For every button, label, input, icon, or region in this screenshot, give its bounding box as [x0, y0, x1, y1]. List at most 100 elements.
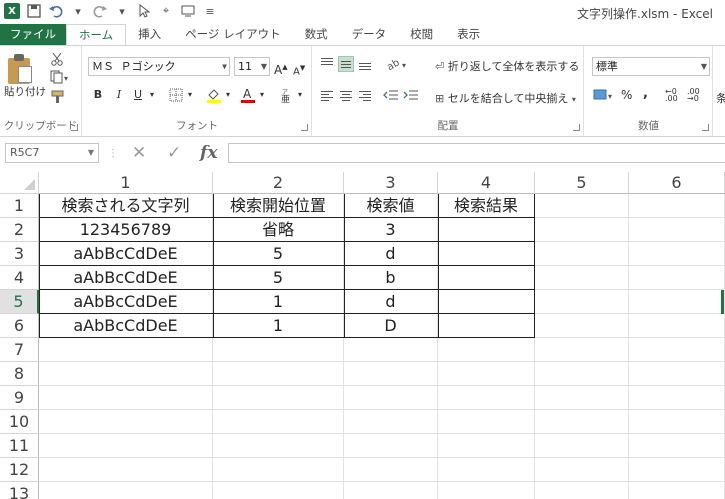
row-header[interactable]: 3 — [0, 242, 39, 266]
table-cell[interactable] — [438, 218, 535, 242]
table-cell[interactable] — [344, 458, 438, 482]
bold-button[interactable]: B — [91, 86, 105, 104]
phonetic-guide-icon[interactable]: ア亜 — [277, 86, 295, 105]
percent-style-button[interactable]: % — [621, 88, 632, 102]
tab-formulas[interactable]: 数式 — [293, 24, 340, 45]
row-header[interactable]: 7 — [0, 338, 39, 362]
table-cell[interactable] — [438, 314, 535, 338]
orientation-icon[interactable]: ab ▾ — [385, 57, 409, 74]
table-cell[interactable]: aAbBcCdDeE — [39, 242, 213, 266]
underline-dropdown-icon[interactable]: ▾ — [147, 86, 157, 104]
table-cell[interactable]: 検索結果 — [438, 194, 535, 218]
number-launcher-icon[interactable] — [702, 124, 709, 131]
table-cell[interactable] — [535, 338, 629, 362]
table-cell[interactable] — [438, 362, 535, 386]
table-cell[interactable] — [438, 434, 535, 458]
enter-icon[interactable]: ✓ — [167, 143, 181, 163]
table-cell[interactable] — [39, 482, 213, 499]
table-cell[interactable] — [213, 386, 344, 410]
row-header[interactable]: 10 — [0, 410, 39, 434]
table-cell[interactable] — [535, 482, 629, 499]
borders-dropdown-icon[interactable]: ▾ — [185, 86, 195, 104]
table-cell[interactable] — [213, 362, 344, 386]
align-bottom-icon[interactable] — [357, 56, 373, 72]
currency-format-icon[interactable]: ▾ — [593, 88, 615, 105]
table-cell[interactable] — [344, 482, 438, 499]
tab-view[interactable]: 表示 — [445, 24, 492, 45]
font-launcher-icon[interactable] — [301, 124, 308, 131]
tab-file[interactable]: ファイル — [0, 24, 66, 45]
column-header[interactable]: 4 — [438, 172, 535, 194]
redo-icon[interactable] — [92, 3, 108, 19]
row-header[interactable]: 13 — [0, 482, 39, 499]
table-cell[interactable] — [629, 410, 725, 434]
table-cell[interactable]: 5 — [213, 266, 344, 290]
table-cell[interactable] — [535, 314, 629, 338]
clipboard-launcher-icon[interactable] — [71, 124, 78, 131]
table-cell[interactable] — [438, 338, 535, 362]
table-cell[interactable]: 検索される文字列 — [39, 194, 213, 218]
column-header[interactable]: 2 — [213, 172, 344, 194]
row-header[interactable]: 12 — [0, 458, 39, 482]
column-header[interactable]: 1 — [39, 172, 213, 194]
grow-font-button[interactable]: A▲ — [274, 58, 288, 77]
merge-center-button[interactable]: ⊞ セルを結合して中央揃え ▾ — [435, 90, 576, 106]
table-cell[interactable] — [535, 458, 629, 482]
table-cell[interactable] — [535, 410, 629, 434]
table-cell[interactable] — [438, 410, 535, 434]
table-cell[interactable] — [535, 290, 629, 314]
row-header-selected[interactable]: 5 — [0, 290, 39, 314]
table-cell[interactable] — [629, 338, 725, 362]
undo-icon[interactable] — [48, 3, 64, 19]
table-cell[interactable]: 検索開始位置 — [213, 194, 344, 218]
table-cell[interactable] — [629, 218, 725, 242]
table-cell[interactable] — [39, 434, 213, 458]
cancel-icon[interactable]: ✕ — [132, 143, 146, 163]
table-cell[interactable]: 省略 — [213, 218, 344, 242]
table-cell[interactable] — [39, 410, 213, 434]
select-objects-icon[interactable] — [136, 3, 152, 19]
table-cell[interactable] — [629, 242, 725, 266]
table-cell[interactable] — [535, 266, 629, 290]
table-cell[interactable] — [39, 458, 213, 482]
table-cell[interactable]: 1 — [213, 314, 344, 338]
decrease-indent-icon[interactable] — [383, 88, 399, 105]
column-header[interactable]: 6 — [629, 172, 725, 194]
table-cell[interactable] — [344, 362, 438, 386]
table-cell[interactable] — [629, 434, 725, 458]
table-cell[interactable]: 5 — [213, 242, 344, 266]
table-cell[interactable]: 検索値 — [344, 194, 438, 218]
align-middle-icon[interactable] — [338, 56, 354, 72]
table-cell[interactable]: d — [344, 290, 438, 314]
table-cell[interactable]: 123456789 — [39, 218, 213, 242]
shrink-font-button[interactable]: A▼ — [293, 59, 305, 77]
fill-color-icon[interactable] — [205, 86, 223, 104]
insert-function-icon[interactable]: fx — [200, 143, 217, 163]
tab-insert[interactable]: 挿入 — [126, 24, 173, 45]
phonetic-dropdown-icon[interactable]: ▾ — [295, 86, 305, 104]
table-cell[interactable] — [344, 338, 438, 362]
conditional-format-label[interactable]: 条 — [716, 90, 725, 106]
tab-data[interactable]: データ — [340, 24, 399, 45]
row-header[interactable]: 2 — [0, 218, 39, 242]
align-top-icon[interactable] — [319, 56, 335, 72]
table-cell[interactable] — [39, 338, 213, 362]
row-header[interactable]: 4 — [0, 266, 39, 290]
table-cell[interactable] — [213, 410, 344, 434]
name-box[interactable]: R5C7 ▼ — [5, 143, 99, 163]
tab-home[interactable]: ホーム — [66, 24, 127, 46]
row-header[interactable]: 1 — [0, 194, 39, 218]
tab-page-layout[interactable]: ページ レイアウト — [173, 24, 292, 45]
copy-icon[interactable]: ▾ — [50, 70, 70, 87]
decrease-decimal-icon[interactable]: .00 →0 — [687, 88, 700, 103]
table-cell[interactable] — [629, 266, 725, 290]
table-cell[interactable]: aAbBcCdDeE — [39, 266, 213, 290]
table-cell[interactable] — [629, 458, 725, 482]
table-cell[interactable]: 3 — [344, 218, 438, 242]
table-cell[interactable] — [438, 482, 535, 499]
redo-dropdown-icon[interactable]: ▾ — [114, 3, 130, 19]
table-cell[interactable] — [438, 386, 535, 410]
table-cell[interactable]: d — [344, 242, 438, 266]
number-format-select[interactable]: 標準 ▼ — [592, 57, 710, 76]
paste-icon[interactable] — [8, 54, 34, 84]
